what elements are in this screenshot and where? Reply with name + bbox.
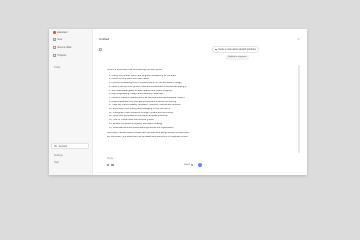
sidebar-item-new[interactable]: New: [51, 37, 89, 42]
input-area: Reply... Model: [107, 157, 303, 169]
sidebar-item-label: Projects: [57, 54, 67, 57]
message-input[interactable]: Reply...: [107, 157, 115, 160]
sidebar-footer-settings[interactable]: Settings: [54, 154, 63, 157]
reply-status-chip[interactable]: Drafted a response: [226, 55, 249, 60]
input-tools: [107, 164, 114, 167]
send-button[interactable]: [198, 163, 202, 167]
user-name: Account: [58, 144, 68, 148]
microphone-icon[interactable]: [191, 164, 194, 167]
sidebar-item-recent[interactable]: Recent chats: [51, 45, 89, 50]
folder-icon: [53, 54, 56, 57]
app-window: Assistant New Recent chats Projects Toda…: [49, 29, 307, 175]
sidebar-footer-help[interactable]: Help: [54, 161, 59, 164]
avatar: [54, 144, 57, 148]
app-name: Assistant: [57, 31, 68, 34]
attach-icon[interactable]: [107, 164, 110, 167]
plus-icon: [53, 38, 56, 41]
sidebar: Assistant New Recent chats Projects Toda…: [49, 29, 93, 175]
chat-icon: [53, 46, 56, 49]
logo-icon: [53, 31, 56, 34]
breadcrumb: Untitled ›: [99, 37, 112, 41]
model-selector[interactable]: Model: [184, 164, 190, 166]
user-message: create a note about growth priorities: [212, 46, 259, 53]
settings-icon[interactable]: [111, 164, 114, 167]
chevron-down-icon[interactable]: ›: [111, 38, 112, 41]
user-avatar-icon: [215, 48, 217, 51]
main-panel: Untitled › ✕ create a note about growth …: [93, 29, 307, 175]
user-menu[interactable]: Account: [51, 143, 89, 149]
sidebar-toggle-icon[interactable]: [99, 48, 102, 51]
scrollbar[interactable]: [298, 65, 300, 153]
page-title[interactable]: Untitled: [99, 37, 109, 41]
sidebar-item-label: Recent chats: [57, 46, 72, 49]
paragraph: Let me know if you would like this forma…: [107, 135, 189, 138]
sidebar-item-label: New: [57, 38, 63, 41]
user-message-text: create a note about growth priorities: [217, 48, 256, 51]
sidebar-item-projects[interactable]: Projects: [51, 53, 89, 58]
app-header: Assistant: [53, 31, 68, 34]
assistant-answer: Here is a structured note summarizing th…: [107, 69, 287, 140]
close-icon[interactable]: ✕: [297, 37, 300, 41]
sidebar-section-label: Today: [54, 66, 61, 69]
